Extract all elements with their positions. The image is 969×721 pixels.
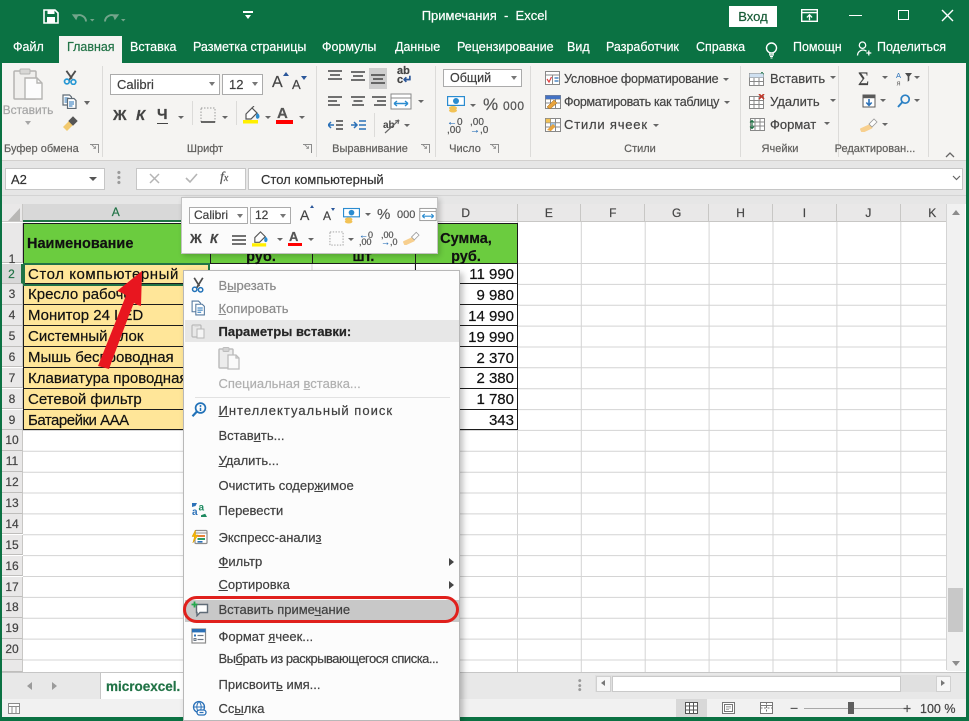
svg-text:я: я [897, 79, 901, 87]
svg-text:а: а [192, 507, 198, 518]
svg-text:а: а [198, 502, 204, 513]
